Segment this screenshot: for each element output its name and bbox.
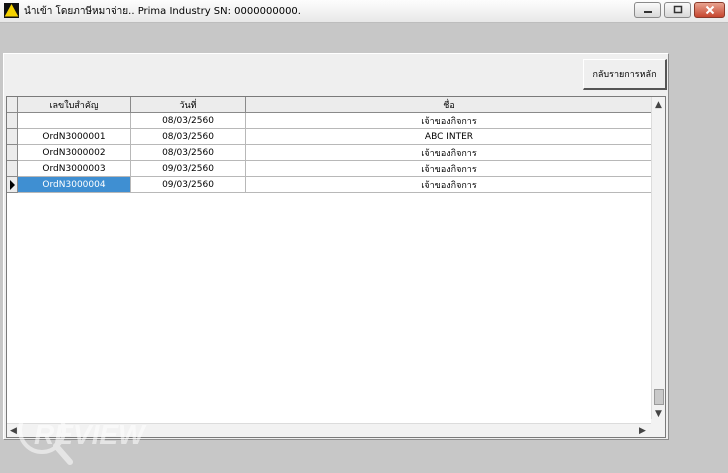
- column-header-date[interactable]: วันที่: [131, 97, 246, 113]
- row-indicator-current[interactable]: [7, 177, 18, 193]
- table-row[interactable]: OrdN3000003 09/03/2560 เจ้าของกิจการ: [7, 161, 653, 177]
- table-row[interactable]: 08/03/2560 เจ้าของกิจการ: [7, 113, 653, 129]
- row-indicator[interactable]: [7, 129, 18, 145]
- scroll-up-icon[interactable]: ▲: [655, 100, 662, 110]
- cell-date[interactable]: 08/03/2560: [131, 113, 246, 129]
- main-panel: กลับรายการหลัก เลขใบสำคัญ วันที่ ชื่อ 08…: [3, 53, 669, 440]
- cell-date[interactable]: 08/03/2560: [131, 145, 246, 161]
- app-warning-icon: [4, 3, 19, 18]
- cell-date[interactable]: 09/03/2560: [131, 161, 246, 177]
- title-bar: นำเข้า โดยภาษีหมาจ่าย.. Prima Industry S…: [0, 0, 728, 23]
- vertical-scroll-thumb[interactable]: [654, 389, 664, 405]
- scroll-right-icon[interactable]: ▶: [639, 426, 646, 436]
- cell-name[interactable]: เจ้าของกิจการ: [246, 161, 653, 177]
- window-title: นำเข้า โดยภาษีหมาจ่าย.. Prima Industry S…: [24, 6, 301, 17]
- cell-doc-no[interactable]: OrdN3000002: [18, 145, 131, 161]
- cell-doc-no[interactable]: OrdN3000003: [18, 161, 131, 177]
- header-indicator: [7, 97, 18, 113]
- scroll-corner: [651, 419, 665, 437]
- table-row[interactable]: OrdN3000002 08/03/2560 เจ้าของกิจการ: [7, 145, 653, 161]
- row-indicator[interactable]: [7, 113, 18, 129]
- maximize-button[interactable]: [664, 2, 691, 18]
- cell-doc-no[interactable]: [18, 113, 131, 129]
- vertical-scrollbar[interactable]: ▲ ▼: [651, 97, 665, 421]
- scroll-down-icon[interactable]: ▼: [655, 409, 662, 419]
- row-indicator[interactable]: [7, 145, 18, 161]
- table-row[interactable]: OrdN3000001 08/03/2560 ABC INTER: [7, 129, 653, 145]
- close-button[interactable]: [694, 2, 725, 18]
- cell-doc-no[interactable]: OrdN3000001: [18, 129, 131, 145]
- thaiware-review-logo: THAIWARE REVIEW: [8, 400, 178, 468]
- cell-name[interactable]: ABC INTER: [246, 129, 653, 145]
- minimize-icon: [635, 3, 660, 17]
- cell-name[interactable]: เจ้าของกิจการ: [246, 145, 653, 161]
- current-row-arrow-icon: [10, 180, 15, 190]
- cell-date[interactable]: 08/03/2560: [131, 129, 246, 145]
- row-indicator[interactable]: [7, 161, 18, 177]
- column-header-doc-no[interactable]: เลขใบสำคัญ: [18, 97, 131, 113]
- close-icon: [695, 3, 724, 17]
- cell-name[interactable]: เจ้าของกิจการ: [246, 177, 653, 193]
- column-header-name[interactable]: ชื่อ: [246, 97, 653, 113]
- data-grid[interactable]: เลขใบสำคัญ วันที่ ชื่อ 08/03/2560 เจ้าขอ…: [6, 96, 666, 438]
- table-row-selected[interactable]: OrdN3000004 09/03/2560 เจ้าของกิจการ: [7, 177, 653, 193]
- minimize-button[interactable]: [634, 2, 661, 18]
- back-to-main-button[interactable]: กลับรายการหลัก: [583, 59, 667, 90]
- maximize-icon: [665, 3, 690, 17]
- cell-date[interactable]: 09/03/2560: [131, 177, 246, 193]
- watermark-line2: REVIEW: [34, 419, 147, 450]
- cell-doc-no[interactable]: OrdN3000004: [18, 177, 131, 193]
- cell-name[interactable]: เจ้าของกิจการ: [246, 113, 653, 129]
